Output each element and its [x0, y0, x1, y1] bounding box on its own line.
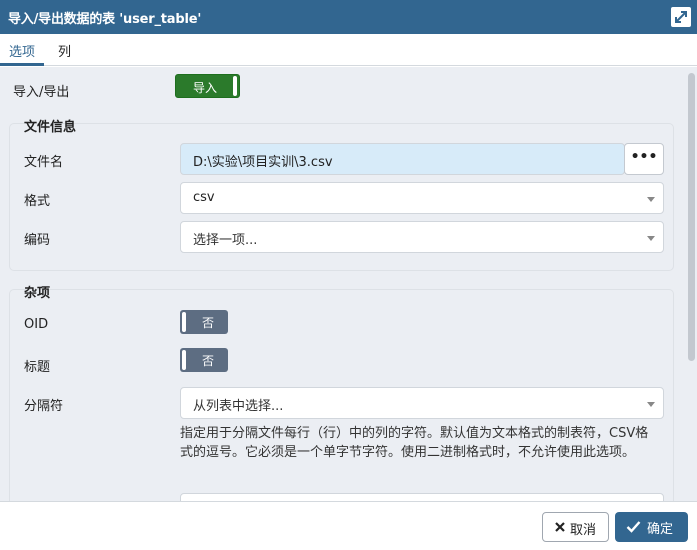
encoding-placeholder: 选择一项...: [193, 233, 258, 248]
browse-file-button[interactable]: •••: [624, 143, 664, 175]
cancel-button[interactable]: 取消: [542, 512, 609, 542]
toggle-text: 否: [201, 316, 214, 330]
toggle-knob: [182, 312, 186, 332]
delimiter-label: 分隔符: [24, 399, 64, 414]
chevron-down-icon: [647, 236, 655, 241]
ok-label: 确定: [647, 522, 674, 537]
filename-label: 文件名: [24, 155, 64, 170]
dialog-title: 导入/导出数据的表 'user_table': [8, 12, 202, 27]
check-icon: [626, 521, 641, 533]
file-info-section: 文件信息 文件名 D:\实验\项目实训\3.csv ••• 格式 csv 编码 …: [9, 120, 674, 271]
toggle-text: 否: [201, 354, 214, 368]
active-tab-indicator: [0, 63, 44, 66]
misc-legend: 杂项: [24, 286, 51, 301]
toggle-knob: [182, 350, 186, 370]
delimiter-help-text: 指定用于分隔文件每行（行）中的列的字符。默认值为文本格式的制表符，CSV格式的逗…: [180, 426, 649, 460]
dialog-titlebar: 导入/导出数据的表 'user_table': [0, 0, 697, 34]
chevron-down-icon: [647, 402, 655, 407]
tab-bar: 选项 列: [0, 34, 697, 66]
import-export-toggle[interactable]: 导入: [175, 74, 240, 98]
filename-value: D:\实验\项目实训\3.csv: [193, 155, 333, 170]
cancel-label: 取消: [570, 523, 597, 538]
format-label: 格式: [24, 194, 51, 209]
encoding-select[interactable]: 选择一项...: [180, 221, 664, 253]
maximize-button[interactable]: [671, 7, 691, 27]
format-select[interactable]: csv: [180, 182, 664, 214]
misc-section: 杂项 OID 否 标题 否 分隔符 从列表中选择... 指定用于分隔文件每行（行…: [9, 286, 674, 501]
chevron-down-icon: [647, 197, 655, 202]
filename-field[interactable]: D:\实验\项目实训\3.csv: [180, 143, 625, 175]
maximize-icon: [675, 11, 687, 23]
file-info-legend: 文件信息: [24, 120, 77, 135]
tab-columns[interactable]: 列: [58, 41, 71, 60]
ellipsis-icon: •••: [630, 149, 658, 165]
toggle-knob: [233, 76, 237, 96]
close-icon: [555, 522, 565, 532]
encoding-label: 编码: [24, 233, 51, 248]
delimiter-placeholder: 从列表中选择...: [193, 399, 284, 414]
next-field-partial[interactable]: [180, 493, 664, 501]
header-label: 标题: [24, 360, 51, 375]
dialog-footer: 取消 确定: [0, 501, 697, 550]
ok-button[interactable]: 确定: [615, 512, 688, 542]
import-export-label: 导入/导出: [13, 85, 70, 100]
oid-label: OID: [24, 317, 49, 332]
header-toggle[interactable]: 否: [180, 348, 228, 372]
dialog-body: 导入/导出 导入 文件信息 文件名 D:\实验\项目实训\3.csv ••• 格…: [0, 67, 686, 501]
toggle-text: 导入: [192, 81, 217, 95]
tab-options[interactable]: 选项: [9, 41, 35, 60]
oid-toggle[interactable]: 否: [180, 310, 228, 334]
delimiter-select[interactable]: 从列表中选择...: [180, 387, 664, 419]
format-value: csv: [193, 190, 215, 205]
scrollbar-thumb[interactable]: [688, 73, 695, 361]
scrollbar[interactable]: [686, 67, 697, 501]
